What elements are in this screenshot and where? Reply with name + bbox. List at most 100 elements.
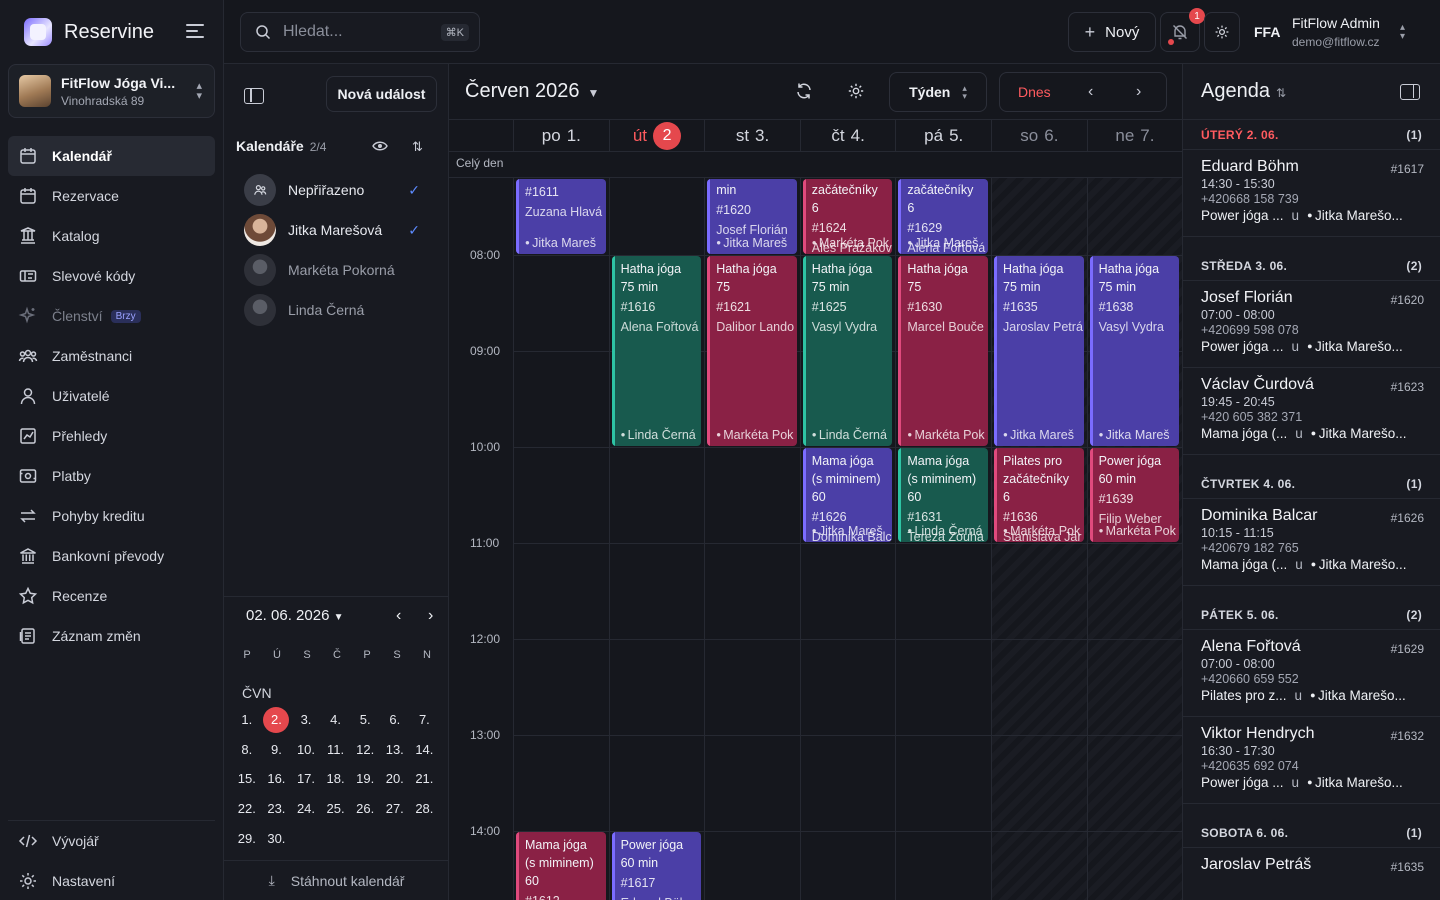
today-button[interactable]: Dnes <box>1018 84 1051 100</box>
sidebar-item-staff[interactable]: Zaměstnanci <box>8 336 215 376</box>
calendar-event[interactable]: Hatha jóga 75 #1621 Dalibor Lando Markéta P… <box>707 255 797 446</box>
user-name[interactable]: FitFlow Admin <box>1292 15 1380 31</box>
user-initials[interactable]: FFA <box>1254 24 1280 40</box>
new-button[interactable]: + Nový <box>1068 12 1156 52</box>
sidebar-item-bank[interactable]: Bankovní převody <box>8 536 215 576</box>
calendar-event[interactable]: Hatha jóga 75 #1630 Marcel Bouče Markéta Po… <box>898 255 988 446</box>
mini-day[interactable]: 5. <box>350 705 380 735</box>
mini-day[interactable]: 29. <box>232 823 262 853</box>
sidebar-item-users[interactable]: Uživatelé <box>8 376 215 416</box>
mini-day[interactable]: 25. <box>321 794 351 824</box>
calendar-event[interactable]: Mama jóga (s miminem) 60#1612Eduard Řího… <box>516 831 606 900</box>
mini-day[interactable]: 10. <box>291 735 321 765</box>
calendar-event[interactable]: Power jóga 60 min#1639Filip WeberMarkéta… <box>1089 447 1180 542</box>
mini-day[interactable]: 7. <box>410 705 440 735</box>
sidebar-item-settings[interactable]: Nastavení <box>8 861 215 900</box>
mini-day[interactable]: 18. <box>321 764 351 794</box>
calendar-event[interactable]: začátečníky 6#1624Aleš PražákovMarkéta P… <box>802 179 893 254</box>
day-header[interactable]: po 1. <box>513 120 609 152</box>
panel-toggle-icon[interactable] <box>244 88 264 104</box>
mini-calendar-title[interactable]: 02. 06. 2026 ▼ <box>246 607 344 624</box>
mini-day[interactable]: 19. <box>350 764 380 794</box>
settings-button[interactable] <box>1204 12 1240 52</box>
calendar-event[interactable]: Hatha jóga 75 min #1616 Alena Fořtová Linda… <box>611 255 702 446</box>
mini-day[interactable]: 28. <box>410 794 440 824</box>
mini-day[interactable]: 30. <box>262 823 292 853</box>
sidebar-item-reservations[interactable]: Rezervace <box>8 176 215 216</box>
agenda-item[interactable]: Josef Florián #1620 07:00 - 08:00 +420699 5… <box>1183 281 1440 368</box>
gear-icon[interactable] <box>847 82 865 100</box>
brand[interactable]: Reservine <box>24 18 154 46</box>
agenda-item[interactable]: Eduard Böhm #1617 14:30 - 15:30 +420668 158… <box>1183 150 1440 237</box>
day-header[interactable]: st 3. <box>704 120 800 152</box>
sidebar-item-payments[interactable]: Platby <box>8 456 215 496</box>
calendar-item[interactable]: Markéta Pokorná <box>244 250 434 290</box>
chevron-updown-icon[interactable]: ▴ ▾ <box>1400 23 1405 42</box>
mini-day[interactable]: 4. <box>321 705 351 735</box>
agenda-item[interactable]: Viktor Hendrych #1632 16:30 - 17:30 +420635… <box>1183 717 1440 804</box>
calendar-event[interactable]: Pilates pro začátečníky 6 #1636 Stanislava… <box>994 447 1084 542</box>
calendar-event[interactable]: začátečníky 6#1629Alena FořtováJitka Mar… <box>898 179 988 254</box>
studio-switcher[interactable]: FitFlow Jóga Vi... Vinohradská 89 ▴ ▾ <box>8 64 215 118</box>
mini-day[interactable]: 6. <box>380 705 410 735</box>
mini-day[interactable]: 17. <box>291 764 321 794</box>
sidebar-item-reviews[interactable]: Recenze <box>8 576 215 616</box>
mini-day[interactable]: 2. <box>262 705 292 735</box>
mini-day[interactable]: 8. <box>232 735 262 765</box>
calendar-event[interactable]: min#1620Josef FloriánJitka Mareš <box>707 179 797 254</box>
search-input[interactable]: Hledat... ⌘K <box>240 12 480 52</box>
sidebar-item-calendar[interactable]: Kalendář <box>8 136 215 176</box>
mini-day[interactable]: 22. <box>232 794 262 824</box>
calendar-item[interactable]: Nepřiřazeno ✓ <box>244 170 434 210</box>
agenda-item[interactable]: Dominika Balcar #1626 10:15 - 11:15 +420679… <box>1183 499 1440 586</box>
notifications-button[interactable]: 1 <box>1160 8 1205 52</box>
mini-day[interactable]: 27. <box>380 794 410 824</box>
mini-day[interactable]: 12. <box>350 735 380 765</box>
chevron-right-icon[interactable]: › <box>1136 83 1141 101</box>
day-header[interactable]: út 2 <box>608 120 705 152</box>
menu-toggle-icon[interactable] <box>186 24 204 38</box>
sidebar-item-discount[interactable]: Slevové kódy <box>8 256 215 296</box>
chevron-right-icon[interactable]: › <box>428 607 433 625</box>
mini-day[interactable]: 11. <box>321 735 351 765</box>
calendar-event[interactable]: Hatha jóga 75 min #1635 Jaroslav Petrá Jitk… <box>994 255 1084 446</box>
calendar-event[interactable]: Hatha jóga 75 min #1638 Vasyl Vydra Jitka M… <box>1089 255 1180 446</box>
check-icon[interactable]: ✓ <box>408 182 420 199</box>
sidebar-item-reports[interactable]: Přehledy <box>8 416 215 456</box>
sort-icon[interactable]: ⇅ <box>412 139 423 155</box>
mini-day[interactable]: 9. <box>262 735 292 765</box>
calendar-event[interactable]: Mama jóga (s miminem) 60 #1626 Dominika Ba… <box>802 447 893 542</box>
mini-day[interactable]: 20. <box>380 764 410 794</box>
view-select[interactable]: Týden ▴ ▾ <box>889 72 987 112</box>
agenda-item[interactable]: Alena Fořtová #1629 07:00 - 08:00 +420660 6… <box>1183 630 1440 717</box>
month-title[interactable]: Červen 2026 ▼ <box>465 80 599 103</box>
sidebar-item-developer[interactable]: Vývojář <box>8 821 215 861</box>
sidebar-item-log[interactable]: Záznam změn <box>8 616 215 656</box>
calendar-event[interactable]: Mama jóga (s miminem) 60 #1631 Tereza Zouh… <box>898 447 988 542</box>
sidebar-item-credit[interactable]: Pohyby kreditu <box>8 496 215 536</box>
agenda-item[interactable]: Jaroslav Petráš #1635 <box>1183 848 1440 900</box>
day-header[interactable]: pá 5. <box>895 120 991 152</box>
calendar-event[interactable]: #1611 Zuzana Hlavá Jitka Mareš <box>516 179 606 254</box>
mini-day[interactable]: 3. <box>291 705 321 735</box>
panel-toggle-icon[interactable] <box>1400 84 1420 100</box>
check-icon[interactable]: ✓ <box>408 222 420 239</box>
mini-day[interactable]: 15. <box>232 764 262 794</box>
sidebar-item-catalog[interactable]: Katalog <box>8 216 215 256</box>
mini-day[interactable]: 13. <box>380 735 410 765</box>
calendar-item[interactable]: Jitka Marešová ✓ <box>244 210 434 250</box>
mini-day[interactable]: 21. <box>410 764 440 794</box>
download-calendar-button[interactable]: ⤓ Stáhnout kalendář <box>224 860 449 900</box>
calendar-event[interactable]: Hatha jóga 75 min #1625 Vasyl Vydra Linda Č… <box>802 255 893 446</box>
day-header[interactable]: so 6. <box>991 120 1087 152</box>
refresh-icon[interactable] <box>795 82 813 100</box>
chevron-left-icon[interactable]: ‹ <box>1088 83 1093 101</box>
calendar-item[interactable]: Linda Černá <box>244 290 434 330</box>
mini-day[interactable]: 14. <box>410 735 440 765</box>
sort-icon[interactable]: ⇅ <box>1276 86 1286 100</box>
mini-day[interactable]: 23. <box>262 794 292 824</box>
sidebar-item-membership[interactable]: Členství Brzy <box>8 296 215 336</box>
mini-day[interactable]: 24. <box>291 794 321 824</box>
chevron-left-icon[interactable]: ‹ <box>396 607 401 625</box>
eye-icon[interactable] <box>372 140 388 152</box>
